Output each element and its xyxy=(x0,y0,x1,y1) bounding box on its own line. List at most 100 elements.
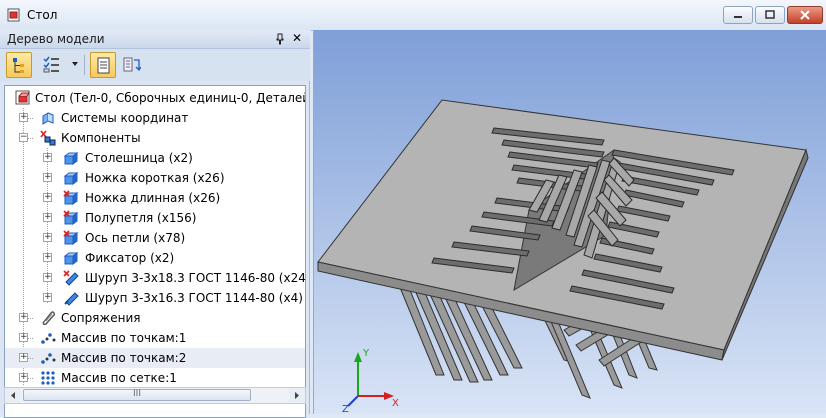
x-axis-label: X xyxy=(392,398,399,409)
tree-item-grid-array-1[interactable]: + Массив по сетке:1 xyxy=(5,368,305,388)
tree-item-half-hinge[interactable]: + Полупетля (x156) xyxy=(5,208,305,228)
horizontal-scrollbar[interactable]: III xyxy=(4,387,306,404)
minimize-icon xyxy=(734,16,742,18)
list-view-button[interactable] xyxy=(38,52,64,78)
y-axis-label: Y xyxy=(362,348,370,359)
expand-toggle[interactable]: + xyxy=(43,273,52,282)
part-icon xyxy=(63,172,79,185)
z-axis-label: Z xyxy=(342,404,349,414)
chevron-right-icon xyxy=(295,392,299,399)
tree-item-label: Столешница (x2) xyxy=(85,151,193,165)
part-error-icon xyxy=(63,230,79,245)
tree-item-label: Массив по точкам:2 xyxy=(61,351,187,365)
tree-item-label: Полупетля (x156) xyxy=(85,211,197,225)
z-axis-line xyxy=(347,395,359,407)
expand-toggle[interactable]: + xyxy=(43,293,52,302)
tree-item-label: Ось петли (x78) xyxy=(85,231,186,245)
expand-toggle[interactable]: + xyxy=(19,333,28,342)
tree-item-mates[interactable]: + Сопряжения xyxy=(5,308,305,328)
pin-icon[interactable] xyxy=(274,33,286,45)
tree-item-long-leg[interactable]: + Ножка длинная (x26) xyxy=(5,188,305,208)
tree-item-label: Ножка короткая (x26) xyxy=(85,171,225,185)
y-axis-arrow xyxy=(354,352,362,362)
document-icon xyxy=(97,57,110,74)
rebuild-button[interactable] xyxy=(119,52,145,78)
part-icon xyxy=(63,252,79,265)
standard-part-icon xyxy=(64,292,79,306)
table-model-render: Y X Z xyxy=(317,99,809,414)
chevron-left-icon xyxy=(11,392,15,399)
scroll-right-button[interactable] xyxy=(289,388,305,403)
expand-toggle[interactable]: + xyxy=(19,353,28,362)
panel-toolbar xyxy=(0,49,310,81)
mates-icon xyxy=(42,311,56,326)
expand-toggle[interactable]: + xyxy=(43,233,52,242)
list-view-dropdown-icon[interactable] xyxy=(72,62,78,66)
tree-item-point-array-2[interactable]: + Массив по точкам:2 xyxy=(5,348,305,368)
expand-toggle[interactable]: + xyxy=(43,153,52,162)
point-array-icon xyxy=(41,353,56,364)
document-button[interactable] xyxy=(90,52,116,78)
list-view-icon xyxy=(43,56,59,73)
part-error-icon xyxy=(63,190,79,205)
tree-item-label: Ножка длинная (x26) xyxy=(85,191,221,205)
title-bar: Стол xyxy=(0,0,826,31)
tree-item-label: Сопряжения xyxy=(61,311,141,325)
expand-toggle[interactable]: + xyxy=(19,313,28,322)
panel-close-icon[interactable]: ✕ xyxy=(291,32,303,44)
tree-item-label: Массив по точкам:1 xyxy=(61,331,187,345)
expand-toggle[interactable]: + xyxy=(19,373,28,382)
part-icon xyxy=(63,152,79,165)
tree-item-tabletop[interactable]: + Столешница (x2) xyxy=(5,148,305,168)
tree-item-label: Компоненты xyxy=(61,131,141,145)
minimize-button[interactable] xyxy=(723,6,753,24)
axis-triad: Y X Z xyxy=(342,348,399,414)
tree-item-point-array-1[interactable]: + Массив по точкам:1 xyxy=(5,328,305,348)
maximize-button[interactable] xyxy=(755,6,785,24)
standard-part-error-icon xyxy=(63,270,79,286)
tree-item-screw-1144[interactable]: + Шуруп 3-3x16.3 ГОСТ 1144-80 (x4) xyxy=(5,288,305,308)
tree-root-label: Стол (Тел-0, Сборочных единиц-0, Деталей… xyxy=(35,91,305,105)
model-tree: Стол (Тел-0, Сборочных единиц-0, Деталей… xyxy=(4,85,306,418)
tree-item-label: Шуруп 3-3x18.3 ГОСТ 1146-80 (x24) xyxy=(85,271,306,285)
tree-item-coordinate-systems[interactable]: + Системы координат xyxy=(5,108,305,128)
expand-toggle[interactable]: + xyxy=(43,173,52,182)
window-title: Стол xyxy=(27,8,58,22)
tree-item-label: Массив по сетке:1 xyxy=(61,371,177,385)
rebuild-icon xyxy=(123,57,141,72)
expand-toggle[interactable]: + xyxy=(19,113,28,122)
coordinate-system-icon xyxy=(42,112,54,125)
panel-title: Дерево модели xyxy=(7,32,105,46)
tree-structure-icon xyxy=(13,58,24,73)
scroll-grip: III xyxy=(133,389,141,399)
model-tree-panel: Дерево модели ✕ Стол (Тел-0, Сборочных е… xyxy=(0,30,310,418)
maximize-icon xyxy=(765,10,775,19)
tree-item-latch[interactable]: + Фиксатор (x2) xyxy=(5,248,305,268)
tree-item-screw-1146[interactable]: + Шуруп 3-3x18.3 ГОСТ 1146-80 (x24) xyxy=(5,268,305,288)
expand-toggle[interactable]: + xyxy=(43,213,52,222)
part-error-icon xyxy=(63,210,79,225)
grid-array-icon xyxy=(41,371,55,385)
close-icon xyxy=(800,10,810,20)
point-array-icon xyxy=(41,333,56,344)
tree-root[interactable]: Стол (Тел-0, Сборочных единиц-0, Деталей… xyxy=(5,88,305,108)
tree-structure-button[interactable] xyxy=(6,52,32,78)
toolbar-separator xyxy=(84,55,85,75)
components-icon xyxy=(40,130,56,146)
tree-item-label: Фиксатор (x2) xyxy=(85,251,175,265)
collapse-toggle[interactable]: − xyxy=(19,133,28,142)
tree-item-hinge-axis[interactable]: + Ось петли (x78) xyxy=(5,228,305,248)
tree-item-label: Системы координат xyxy=(61,111,189,125)
close-button[interactable] xyxy=(787,6,823,24)
3d-viewport[interactable]: Y X Z xyxy=(313,30,826,414)
tree-item-components[interactable]: − Компоненты xyxy=(5,128,305,148)
scroll-thumb[interactable]: III xyxy=(23,389,251,401)
assembly-icon xyxy=(15,90,30,105)
panel-header: Дерево модели ✕ xyxy=(0,30,310,49)
expand-toggle[interactable]: + xyxy=(43,193,52,202)
tree-item-short-leg[interactable]: + Ножка короткая (x26) xyxy=(5,168,305,188)
assembly-document-icon xyxy=(7,8,20,22)
expand-toggle[interactable]: + xyxy=(43,253,52,262)
scroll-left-button[interactable] xyxy=(5,388,21,403)
tree-item-label: Шуруп 3-3x16.3 ГОСТ 1144-80 (x4) xyxy=(85,291,303,305)
